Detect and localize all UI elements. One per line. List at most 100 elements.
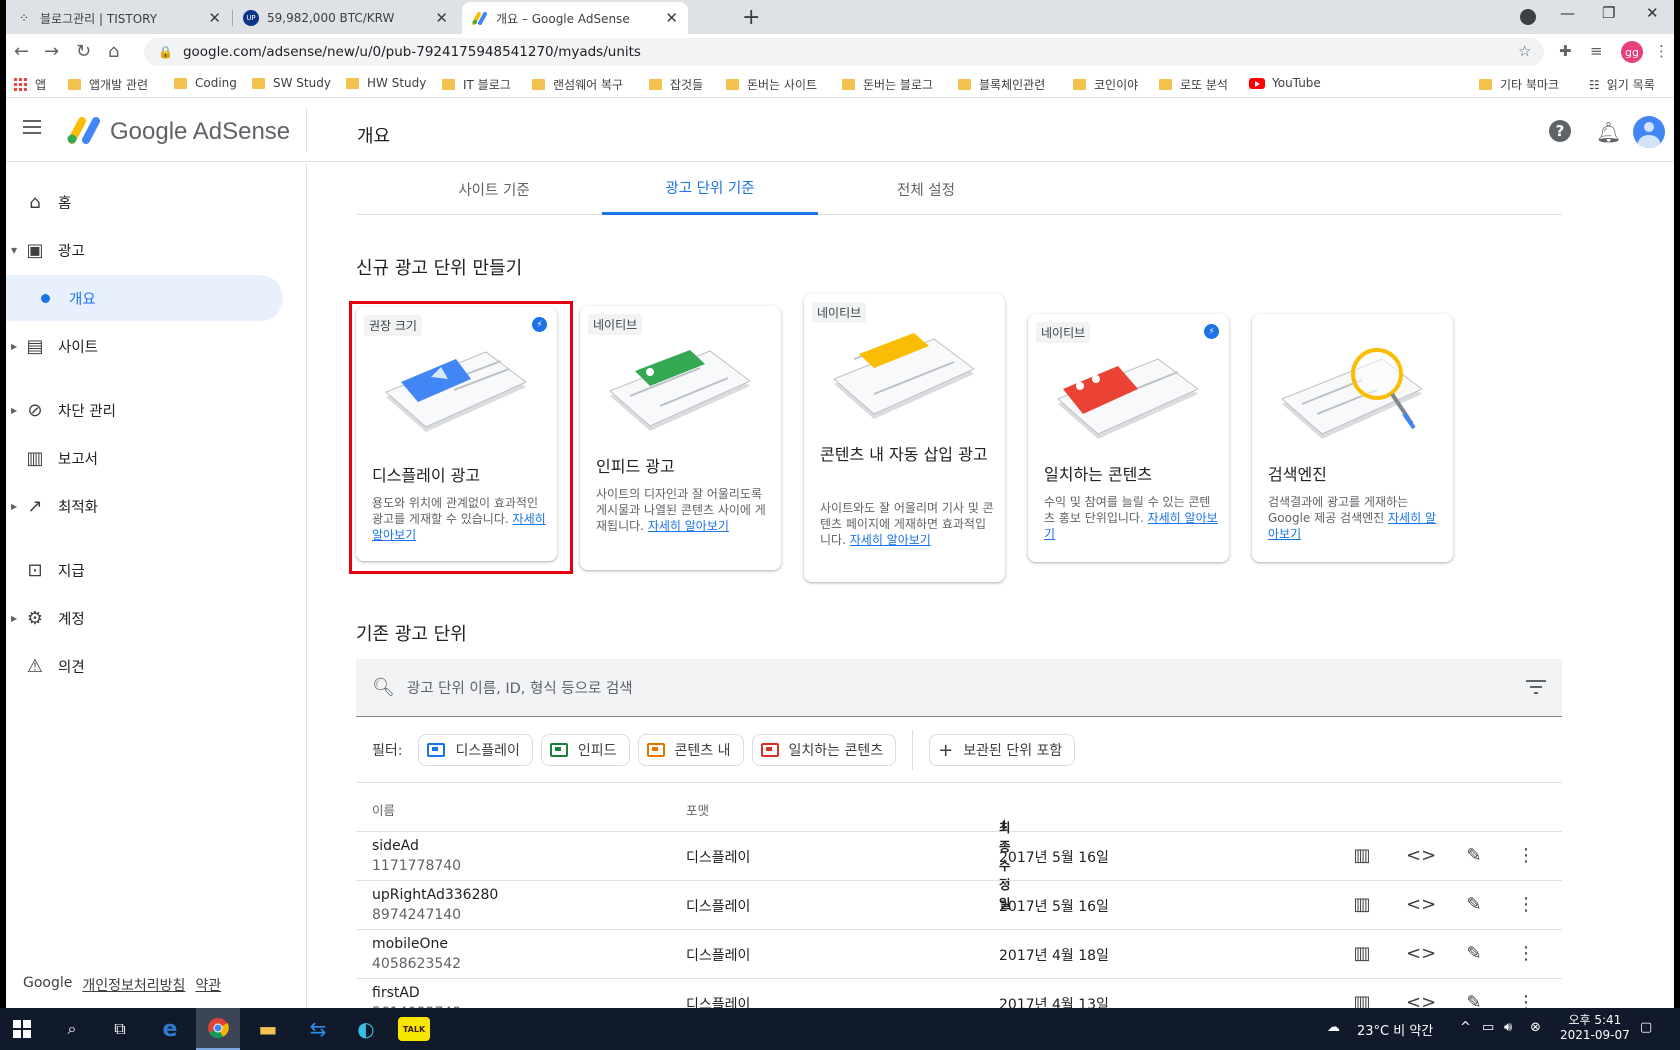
tab-by-site[interactable]: 사이트 기준 xyxy=(386,163,602,215)
sidebar-item-ads[interactable]: ▼ ▣ 광고 xyxy=(6,227,296,273)
code-icon[interactable]: <> xyxy=(1406,943,1436,964)
menu-icon[interactable]: ⋮ xyxy=(1654,42,1669,60)
forward-icon[interactable]: → xyxy=(44,41,59,62)
bookmark-folder[interactable]: Coding xyxy=(174,76,237,90)
kakaotalk-icon[interactable]: TALK xyxy=(398,1017,430,1041)
sidebar-item-optimize[interactable]: ▶ ↗ 최적화 xyxy=(6,483,296,529)
card-inarticle-ad[interactable]: 네이티브 콘텐츠 내 자동 삽입 광고 사이트와도 잘 어울리며 기사 및 콘텐… xyxy=(804,294,1005,582)
edit-icon[interactable]: ✎ xyxy=(1462,992,1486,1008)
table-row[interactable]: firstAD 5614083748 디스플레이 2017년 4월 13일 ▥ … xyxy=(356,979,1562,1008)
learn-more-link[interactable]: 자세히 알아보기 xyxy=(648,519,729,533)
search-icon[interactable]: ⌕ xyxy=(60,1017,84,1041)
report-icon[interactable]: ▥ xyxy=(1350,845,1374,866)
sidebar-item-reports[interactable]: ▥ 보고서 xyxy=(6,435,296,481)
bookmark-folder[interactable]: IT 블로그 xyxy=(442,76,511,93)
task-view-icon[interactable]: ⧉ xyxy=(108,1017,132,1041)
bookmark-folder[interactable]: 로또 분석 xyxy=(1159,76,1228,93)
filter-chip-archived[interactable]: + 보관된 단위 포함 xyxy=(929,734,1076,766)
filter-list-icon[interactable] xyxy=(1526,679,1546,695)
tab-global-settings[interactable]: 전체 설정 xyxy=(818,163,1034,215)
close-icon[interactable]: ✕ xyxy=(435,9,448,27)
weather-text[interactable]: 23°C 비 약간 xyxy=(1357,1020,1433,1039)
chrome-icon[interactable] xyxy=(196,1008,240,1050)
sidebar-item-feedback[interactable]: ⚠ 의견 xyxy=(6,643,296,689)
restore-button[interactable]: ❐ xyxy=(1602,4,1615,22)
tab-adsense[interactable]: 개요 – Google AdSense ✕ xyxy=(462,2,688,34)
tray-chevron-icon[interactable]: ^ xyxy=(1460,1020,1471,1035)
tab-search-icon[interactable] xyxy=(1520,9,1536,25)
column-format[interactable]: 포맷 xyxy=(686,800,709,819)
sidebar-item-payments[interactable]: ⊡ 지급 xyxy=(6,547,296,593)
teamviewer-icon[interactable]: ⇆ xyxy=(306,1017,330,1041)
back-icon[interactable]: ← xyxy=(14,41,29,62)
table-row[interactable]: mobileOne 4058623542 디스플레이 2017년 4월 18일 … xyxy=(356,930,1562,979)
address-bar[interactable]: 🔒 google.com/adsense/new/u/0/pub-7924175… xyxy=(144,38,1544,66)
volume-icon[interactable]: 🔊︎ xyxy=(1504,1020,1512,1035)
filter-chip-matched[interactable]: 일치하는 콘텐츠 xyxy=(751,734,897,766)
windows-start-icon[interactable] xyxy=(10,1017,34,1041)
search-input[interactable]: 광고 단위 이름, ID, 형식 등으로 검색 xyxy=(407,677,633,698)
notification-off-icon[interactable]: ⊗ xyxy=(1530,1020,1541,1035)
more-icon[interactable]: ⋮ xyxy=(1514,943,1538,964)
bookmark-folder[interactable]: 잡것들 xyxy=(649,76,703,93)
extensions-icon[interactable]: ✚ xyxy=(1559,42,1572,60)
ie-icon[interactable]: e xyxy=(158,1017,182,1042)
column-name[interactable]: 이름 xyxy=(372,800,395,819)
close-icon[interactable]: ✕ xyxy=(208,9,221,27)
report-icon[interactable]: ▥ xyxy=(1350,943,1374,964)
hamburger-menu-icon[interactable] xyxy=(23,120,41,134)
code-icon[interactable]: <> xyxy=(1406,992,1436,1008)
bookmark-folder[interactable]: 블록체인관련 xyxy=(958,76,1045,93)
bookmark-folder[interactable]: 코인이야 xyxy=(1073,76,1138,93)
sidebar-item-account[interactable]: ▶ ⚙ 계정 xyxy=(6,595,296,641)
learn-more-link[interactable]: 자세히 알아보기 xyxy=(850,533,931,547)
network-icon[interactable]: ▭ xyxy=(1482,1020,1494,1035)
bookmark-folder[interactable]: HW Study xyxy=(346,76,426,90)
filter-chip-display[interactable]: 디스플레이 xyxy=(418,734,533,766)
new-tab-button[interactable]: + xyxy=(742,5,760,30)
terms-link[interactable]: 약관 xyxy=(195,975,221,995)
edit-icon[interactable]: ✎ xyxy=(1462,943,1486,964)
help-icon[interactable]: ? xyxy=(1549,120,1571,142)
bookmark-star-icon[interactable]: ☆ xyxy=(1518,42,1531,60)
edge-icon[interactable]: ◐ xyxy=(354,1017,378,1041)
edit-icon[interactable]: ✎ xyxy=(1462,894,1486,915)
reload-icon[interactable]: ↻ xyxy=(76,41,91,62)
privacy-link[interactable]: 개인정보처리방침 xyxy=(82,975,185,995)
code-icon[interactable]: <> xyxy=(1406,845,1436,866)
bookmark-folder[interactable]: 돈버는 사이트 xyxy=(726,76,817,93)
more-icon[interactable]: ⋮ xyxy=(1514,894,1538,915)
action-center-icon[interactable]: ▢ xyxy=(1640,1020,1652,1035)
notifications-icon[interactable]: 🔔︎ xyxy=(1596,120,1621,144)
bookmark-other[interactable]: 기타 북마크 xyxy=(1479,76,1559,93)
table-row[interactable]: sideAd 1171778740 디스플레이 2017년 5월 16일 ▥ <… xyxy=(356,832,1562,881)
table-row[interactable]: upRightAd336280 8974247140 디스플레이 2017년 5… xyxy=(356,881,1562,930)
reading-list[interactable]: ☷ 읽기 목록 xyxy=(1589,76,1655,93)
more-icon[interactable]: ⋮ xyxy=(1514,992,1538,1008)
tab-by-ad-unit[interactable]: 광고 단위 기준 xyxy=(602,163,818,215)
account-avatar[interactable] xyxy=(1633,116,1665,148)
card-matched-content[interactable]: 네이티브 ⚡ 일치하는 콘텐츠 수익 및 참여를 늘릴 수 있는 콘텐츠 홍보 … xyxy=(1028,314,1229,562)
bookmark-folder[interactable]: 랜섬웨어 복구 xyxy=(532,76,623,93)
bookmark-folder[interactable]: SW Study xyxy=(252,76,331,90)
minimize-button[interactable]: — xyxy=(1560,4,1575,22)
report-icon[interactable]: ▥ xyxy=(1350,992,1374,1008)
clock[interactable]: 오후 5:41 2021-09-07 xyxy=(1560,1011,1630,1042)
code-icon[interactable]: <> xyxy=(1406,894,1436,915)
bookmark-folder[interactable]: 돈버는 블로그 xyxy=(842,76,933,93)
close-window-button[interactable]: ✕ xyxy=(1646,4,1659,22)
profile-avatar[interactable]: gg xyxy=(1621,41,1643,63)
tab-tistory[interactable]: ⁘ 블로그관리 | TISTORY ✕ xyxy=(6,2,231,34)
bookmark-folder[interactable]: 앱개발 관련 xyxy=(68,76,148,93)
bookmark-apps[interactable]: 앱 xyxy=(14,76,46,93)
close-icon[interactable]: ✕ xyxy=(665,9,678,27)
file-explorer-icon[interactable]: ▬ xyxy=(256,1017,280,1041)
filter-chip-inarticle[interactable]: 콘텐츠 내 xyxy=(637,734,744,766)
bookmark-youtube[interactable]: YouTube xyxy=(1249,76,1321,90)
sidebar-item-home[interactable]: ⌂ 홈 xyxy=(6,179,296,225)
sidebar-item-blocking[interactable]: ▶ ⊘ 차단 관리 xyxy=(6,387,296,433)
more-icon[interactable]: ⋮ xyxy=(1514,845,1538,866)
report-icon[interactable]: ▥ xyxy=(1350,894,1374,915)
card-search-engine[interactable]: 검색엔진 검색결과에 광고를 게재하는 Google 제공 검색엔진 자세히 알… xyxy=(1252,314,1453,562)
sidebar-item-sites[interactable]: ▶ ▤ 사이트 xyxy=(6,323,296,369)
